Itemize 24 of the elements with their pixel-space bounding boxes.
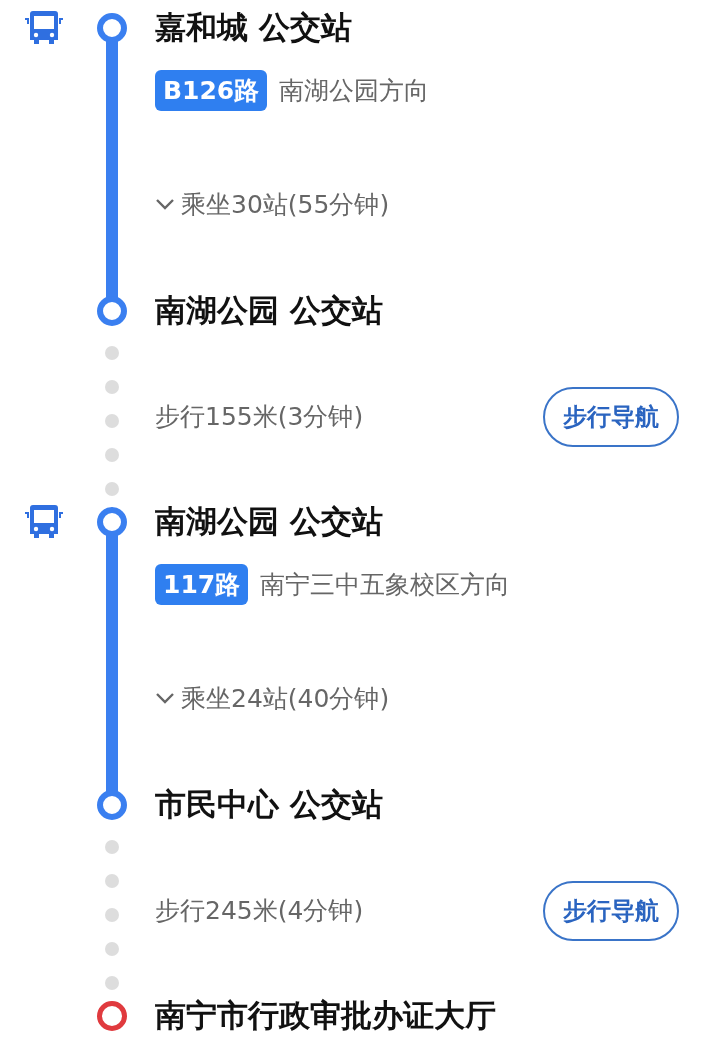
chevron-down-icon <box>155 691 175 705</box>
stop-marker <box>97 13 127 43</box>
stop-name: 市民中心 公交站 <box>155 785 383 824</box>
destination-marker <box>97 1001 127 1031</box>
walk-info: 步行155米(3分钟) <box>155 401 364 433</box>
direction-text: 南宁三中五象校区方向 <box>260 568 511 601</box>
walk-navigation-button[interactable]: 步行导航 <box>543 880 679 941</box>
stop-name: 南湖公园 公交站 <box>155 502 383 541</box>
stop-marker <box>97 296 127 326</box>
walk-navigation-button[interactable]: 步行导航 <box>543 386 679 447</box>
stop-name: 南湖公园 公交站 <box>155 291 383 330</box>
ride-info-toggle[interactable]: 乘坐30站(55分钟) <box>155 187 390 221</box>
stop-marker <box>97 507 127 537</box>
bus-icon <box>24 504 64 540</box>
destination-name: 南宁市行政审批办证大厅 <box>155 996 496 1035</box>
ride-info-toggle[interactable]: 乘坐24站(40分钟) <box>155 681 390 715</box>
stop-name: 嘉和城 公交站 <box>155 8 352 47</box>
route-badge: 117路 <box>155 563 249 605</box>
walk-info: 步行245米(4分钟) <box>155 895 364 927</box>
direction-text: 南湖公园方向 <box>279 74 430 107</box>
chevron-down-icon <box>155 197 175 211</box>
route-badge: B126路 <box>155 69 268 111</box>
bus-icon <box>24 10 64 46</box>
stop-marker <box>97 790 127 820</box>
